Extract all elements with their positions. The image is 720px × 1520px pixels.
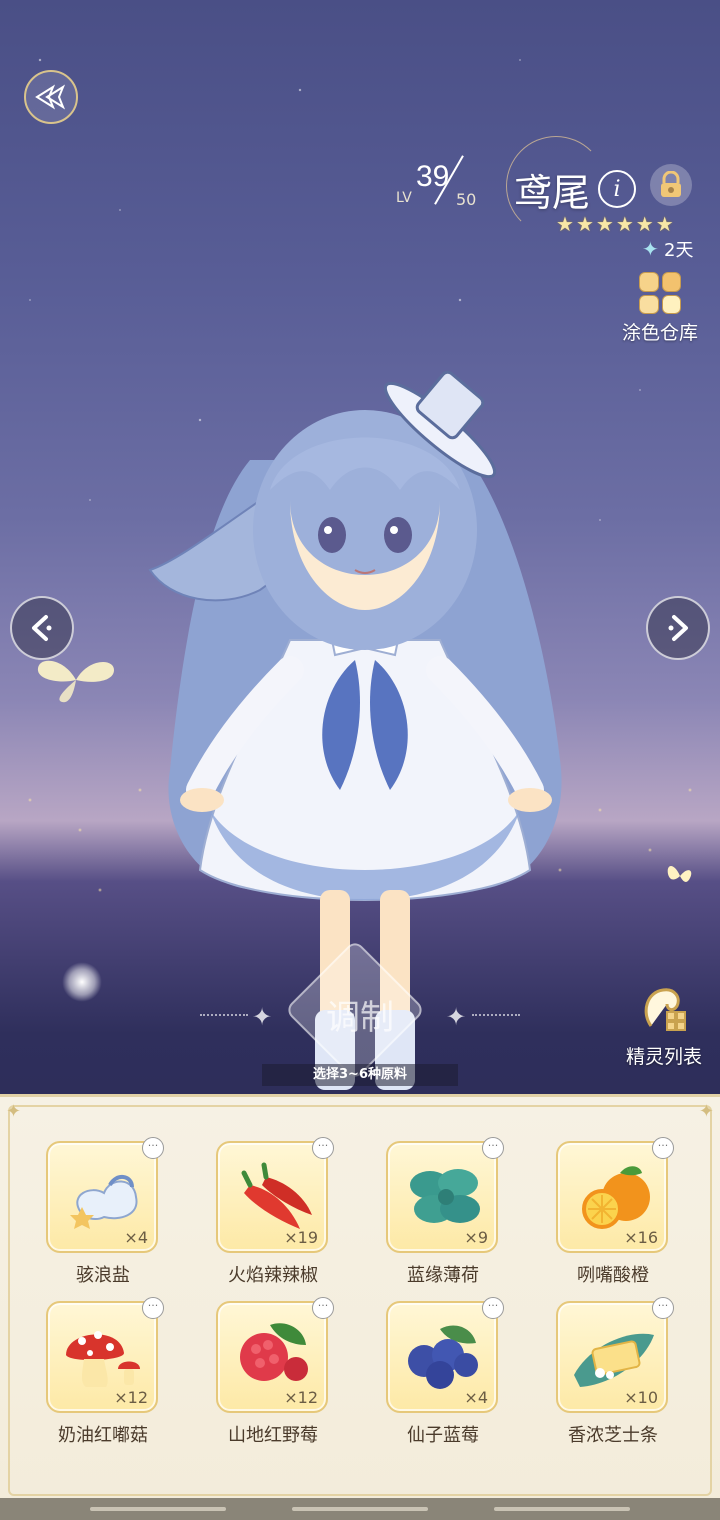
ingredient-count: ×19 xyxy=(284,1228,318,1247)
more-options-icon[interactable]: ··· xyxy=(142,1137,164,1159)
ingredient-slot[interactable]: ×12 ··· 山地红野莓 xyxy=(216,1297,334,1447)
star-icon: ★ xyxy=(635,212,654,236)
ingredient-card[interactable]: ×9 ··· xyxy=(386,1137,504,1253)
ingredient-card[interactable]: ×12 ··· xyxy=(46,1297,164,1413)
scroll-segment xyxy=(494,1507,630,1511)
more-options-icon[interactable]: ··· xyxy=(652,1297,674,1319)
spirit-list-icon xyxy=(644,988,686,1031)
star-rating: ★ ★ ★ ★ ★ ★ xyxy=(556,212,674,236)
dotted-line-right xyxy=(472,1014,520,1016)
blueberry-icon xyxy=(408,1325,478,1389)
star-icon: ★ xyxy=(595,212,614,236)
ingredient-name: 火焰辣辣椒 xyxy=(228,1265,318,1286)
more-options-icon[interactable]: ··· xyxy=(652,1137,674,1159)
ingredient-name: 咧嘴酸橙 xyxy=(577,1265,649,1286)
mint-icon xyxy=(410,1169,480,1223)
ingredient-card[interactable]: ×16 ··· xyxy=(556,1137,674,1253)
star-icon: ★ xyxy=(655,212,674,236)
ingredient-name: 奶油红嘟菇 xyxy=(58,1425,148,1446)
paint-store-label: 涂色仓库 xyxy=(621,322,698,344)
chevron-right-icon xyxy=(668,615,688,641)
more-options-icon[interactable]: ··· xyxy=(312,1297,334,1319)
scroll-segment xyxy=(292,1507,428,1511)
ingredient-count: ×10 xyxy=(624,1388,658,1407)
cheese-icon xyxy=(574,1333,654,1387)
select-hint: 选择3~6种原料 xyxy=(262,1064,458,1086)
glowing-butterfly-icon xyxy=(37,660,114,703)
corner-ornament-icon: ✦ xyxy=(698,1101,714,1122)
star-icon: ★ xyxy=(556,212,574,236)
corner-ornament-icon: ✦ xyxy=(6,1101,22,1122)
more-options-icon[interactable]: ··· xyxy=(142,1297,164,1319)
ingredient-count: ×4 xyxy=(124,1228,148,1247)
ingredient-card[interactable]: ×4 ··· xyxy=(46,1137,164,1253)
days-counter: ✦ 2天 xyxy=(642,236,693,262)
ingredient-count: ×4 xyxy=(464,1388,488,1407)
sparkle-left-icon: ✦ xyxy=(252,1003,273,1031)
ingredient-slot[interactable]: ×19 ··· 火焰辣辣椒 xyxy=(216,1137,334,1287)
ingredient-panel: ✦ ✦ ×4 ··· 骇浪盐 ×19 ··· 火焰辣辣椒 ×9 ··· 蓝缘薄荷… xyxy=(0,1094,720,1520)
dotted-line-left xyxy=(200,1014,248,1016)
raspberry-icon xyxy=(240,1323,308,1381)
level-display: LV 39 50 xyxy=(396,155,486,218)
ingredient-count: ×12 xyxy=(114,1388,148,1407)
paint-store-button[interactable]: 涂色仓库 xyxy=(614,272,706,345)
star-icon: ★ xyxy=(615,212,634,236)
character-name: 鸢尾 xyxy=(514,171,591,215)
ingredient-card[interactable]: ×10 ··· xyxy=(556,1297,674,1413)
ingredient-name: 香浓芝士条 xyxy=(568,1425,658,1446)
back-arrow-icon xyxy=(35,84,66,110)
craft-button-label[interactable]: 调制 xyxy=(305,990,415,1039)
ingredient-slot[interactable]: ×4 ··· 仙子蓝莓 xyxy=(386,1297,504,1447)
info-icon: i xyxy=(613,176,621,202)
ingredient-count: ×16 xyxy=(624,1228,658,1247)
orange-icon xyxy=(582,1166,650,1229)
ingredient-slot[interactable]: ×16 ··· 咧嘴酸橙 xyxy=(556,1137,674,1287)
ingredient-name: 仙子蓝莓 xyxy=(407,1425,479,1446)
salt-icon xyxy=(70,1175,138,1229)
small-butterfly-icon xyxy=(667,866,692,882)
bottom-scrollbar[interactable] xyxy=(0,1498,720,1520)
mushroom-icon xyxy=(66,1331,140,1387)
ingredient-slot[interactable]: ×9 ··· 蓝缘薄荷 xyxy=(386,1137,504,1287)
ingredient-slot[interactable]: ×12 ··· 奶油红嘟菇 xyxy=(46,1297,164,1447)
next-character-button[interactable] xyxy=(646,596,710,660)
ingredient-card[interactable]: ×19 ··· xyxy=(216,1137,334,1253)
lock-icon xyxy=(661,171,681,197)
ingredient-name: 山地红野莓 xyxy=(228,1425,318,1446)
lock-button[interactable] xyxy=(650,164,692,206)
light-orb xyxy=(62,962,102,1002)
more-options-icon[interactable]: ··· xyxy=(482,1137,504,1159)
chevron-left-icon xyxy=(32,615,52,641)
level-label: LV xyxy=(396,190,412,206)
days-label: 2天 xyxy=(664,240,694,261)
paint-palette-icon xyxy=(639,272,681,314)
sparkle-gem-icon: ✦ xyxy=(642,237,659,261)
sparkle-right-icon: ✦ xyxy=(446,1003,467,1031)
star-icon: ★ xyxy=(575,212,594,236)
ingredient-card[interactable]: ×12 ··· xyxy=(216,1297,334,1413)
back-button[interactable] xyxy=(24,70,78,124)
previous-character-button[interactable] xyxy=(10,596,74,660)
ingredient-card[interactable]: ×4 ··· xyxy=(386,1297,504,1413)
ingredient-name: 蓝缘薄荷 xyxy=(407,1265,479,1286)
more-options-icon[interactable]: ··· xyxy=(312,1137,334,1159)
level-max: 50 xyxy=(456,190,477,209)
info-button[interactable]: i xyxy=(598,170,636,208)
chili-icon xyxy=(241,1162,312,1229)
spirit-list-label: 精灵列表 xyxy=(625,1046,702,1068)
ingredient-count: ×9 xyxy=(464,1228,488,1247)
ingredient-count: ×12 xyxy=(284,1388,318,1407)
scroll-segment xyxy=(90,1507,226,1511)
more-options-icon[interactable]: ··· xyxy=(482,1297,504,1319)
spirit-list-button[interactable]: 精灵列表 xyxy=(616,982,712,1069)
ingredient-slot[interactable]: ×4 ··· 骇浪盐 xyxy=(46,1137,164,1287)
ingredient-name: 骇浪盐 xyxy=(76,1265,130,1286)
ingredient-slot[interactable]: ×10 ··· 香浓芝士条 xyxy=(556,1297,674,1447)
